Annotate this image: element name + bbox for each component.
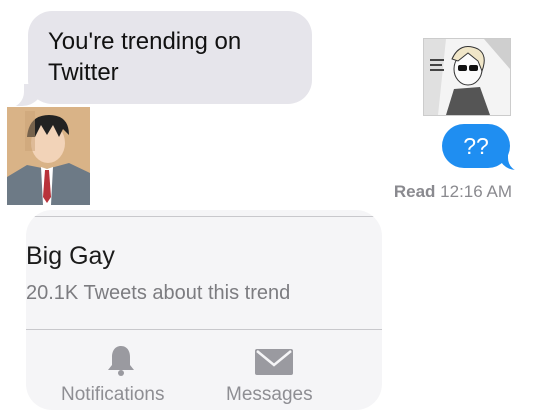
card-divider	[26, 329, 382, 330]
card-top-divider	[26, 216, 382, 217]
anime-character-avatar-icon	[424, 39, 510, 115]
sender-avatar[interactable]	[7, 107, 90, 205]
trend-tweet-count: 20.1K Tweets about this trend	[26, 282, 291, 304]
read-status: Read	[393, 182, 436, 201]
trend-title[interactable]: Big Gay	[26, 242, 115, 271]
incoming-message-text: You're trending on Twitter	[48, 28, 242, 86]
outgoing-message-bubble[interactable]: ??	[442, 124, 510, 168]
tab-messages-label[interactable]: Messages	[226, 384, 313, 406]
read-time: 12:16 AM	[440, 182, 512, 201]
bell-icon[interactable]	[106, 344, 136, 376]
anime-character-avatar-icon	[7, 107, 90, 205]
twitter-notification-card[interactable]: Big Gay 20.1K Tweets about this trend No…	[26, 210, 382, 410]
outgoing-bubble-tail-mask	[508, 146, 532, 172]
envelope-icon[interactable]	[254, 348, 294, 376]
recipient-avatar[interactable]	[423, 38, 511, 116]
tab-notifications-label[interactable]: Notifications	[61, 384, 165, 406]
outgoing-message-text: ??	[463, 133, 489, 159]
incoming-message-bubble[interactable]: You're trending on Twitter	[28, 11, 312, 104]
read-receipt: Read 12:16 AM	[394, 182, 512, 202]
